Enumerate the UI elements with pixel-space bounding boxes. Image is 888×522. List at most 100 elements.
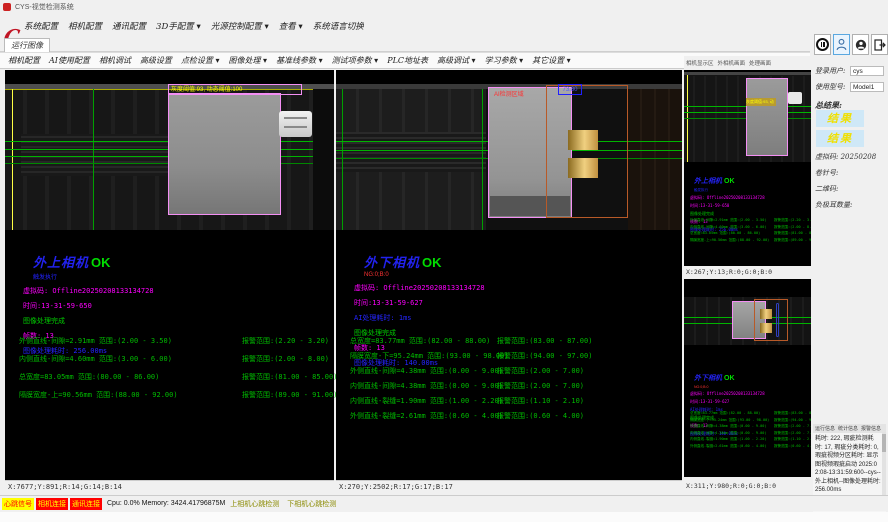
menu-item[interactable]: 系统配置 <box>24 20 58 32</box>
heartbeat-link[interactable]: 下相机心跳检测 <box>287 499 336 509</box>
measurement-alarm: 报警范围:(94.00 - 97.00) <box>497 351 592 361</box>
upper-thumbnail-panel[interactable]: 灰度阈值:93, 动态阈值:100 外上相机OK触发执行虚拟码: Offline… <box>684 70 811 266</box>
menu-item[interactable]: 系统语言切换 <box>313 20 364 32</box>
left-coordinate-readout: X:7677;Y:891;R:14;G:14;B:14 <box>5 480 334 494</box>
battery-cell-block <box>168 93 281 215</box>
model-input[interactable]: Model1 <box>850 82 884 92</box>
operator-login-button[interactable] <box>833 34 850 55</box>
status-badge: 心跳信号 <box>2 498 34 510</box>
measurement-row: 外侧直线-间隙=2.91mm 范围:(2.00 - 3.50)报警范围:(2.2… <box>19 336 332 354</box>
camera-subtext: 触发执行 <box>33 272 330 281</box>
menu-item[interactable]: 光源控制配置 ▾ <box>211 20 269 32</box>
measurement-row: 外侧直线-裂缝=2.61mm 范围:(0.60 - 4.00)报警范围:(0.6… <box>690 444 810 451</box>
toolbar-item[interactable]: 相机配置 <box>8 55 40 66</box>
measurement-name: 外侧直线-裂缝=2.61mm 范围:(0.60 - 4.00) <box>690 444 766 448</box>
measurement-alarm: 报警范围:(2.00 - 8.00) <box>242 354 329 364</box>
measurement-alarm: 报警范围:(1.10 - 2.10) <box>774 437 811 442</box>
tab-run-image[interactable]: 运行图像 <box>4 38 50 52</box>
measurement-name: 总宽度=83.77mm 范围:(82.00 - 88.00) <box>690 411 760 415</box>
toolbar-item[interactable]: AI使用配置 <box>49 55 90 66</box>
connector-part <box>788 92 802 104</box>
toolbar-item[interactable]: 点检设置 ▾ <box>181 55 220 66</box>
machinery-dark-right <box>313 89 334 230</box>
heartbeat-links: 上相机心跳检测下相机心跳检测 <box>230 499 336 509</box>
measurement-alarm: 报警范围:(94.00 - 97.00) <box>774 418 811 423</box>
measure-value-tag: 73.80 <box>558 84 582 95</box>
blue-pin-marker <box>776 303 779 337</box>
gold-tab <box>568 158 598 178</box>
log-scrollbar-thumb[interactable] <box>882 434 886 452</box>
guide-line-green <box>93 89 94 230</box>
measurement-name: 隔膜宽度-上=90.56mm 范围:(88.00 - 92.00) <box>690 238 769 242</box>
menu-item[interactable]: 查看 ▾ <box>279 20 303 32</box>
measurement-row: 隔膜宽度-下=95.24mm 范围:(93.00 - 98.00)报警范围:(9… <box>350 351 680 366</box>
camera-info-line: AI处理耗时: 1ms <box>354 313 678 323</box>
toolbar-item[interactable]: 图像处理 ▾ <box>229 55 268 66</box>
thumbnail-header-label[interactable]: 处理画面 <box>749 59 771 67</box>
qr-code-field: 二维码: <box>815 184 887 194</box>
measurement-row: 内侧直线-间隙=4.38mm 范围:(0.00 - 9.00)报警范围:(2.0… <box>350 381 680 396</box>
machinery-top-band <box>684 72 811 75</box>
left-camera-image[interactable]: 灰度阈值:93, 动态阈值:100 <box>5 84 334 230</box>
toolbar-item[interactable]: 测试项参数 ▾ <box>332 55 379 66</box>
measurement-name: 外侧直线-间隙=4.38mm 范围:(0.00 - 9.00) <box>350 367 503 375</box>
result-box-upper: 结果 <box>816 110 864 127</box>
toolbar-item[interactable]: PLC地址表 <box>387 55 428 66</box>
bottom-margin <box>0 512 888 522</box>
camera-title: 外上相机 <box>33 256 89 271</box>
left-camera-panel: 灰度阈值:93, 动态阈值:100 外上相机OK触发执行虚拟码: Offline… <box>5 70 334 494</box>
toolbar-item[interactable]: 高级设置 <box>140 55 172 66</box>
toolbar-item[interactable]: 其它设置 ▾ <box>532 55 571 66</box>
heartbeat-link[interactable]: 上相机心跳检测 <box>230 499 279 509</box>
right-control-panel: 登录用户: cys 使用型号: Model1 总结果: 结果 结果 虚拟码: 2… <box>812 14 888 512</box>
gold-tab <box>568 130 598 150</box>
exit-button[interactable] <box>871 34 888 55</box>
camera-title-row: 外下相机OK <box>694 367 809 385</box>
connector-slot <box>284 126 307 128</box>
measurement-name: 内侧直线-间隙=4.60mm 范围:(3.00 - 6.00) <box>19 355 172 363</box>
measurement-alarm: 报警范围:(89.00 - 91.00) <box>242 390 337 400</box>
measurement-alarm: 报警范围:(81.00 - 85.00) <box>242 372 337 382</box>
model-label: 使用型号: <box>815 82 850 92</box>
measurement-alarm: 报警范围:(83.00 - 87.00) <box>774 411 811 416</box>
lower-thumbnail-panel[interactable]: 外下相机OKNG:0;B:0虚拟码: Offline20250208133134… <box>684 279 811 477</box>
menu-item[interactable]: 通讯配置 <box>112 20 146 32</box>
pause-button[interactable] <box>814 34 831 55</box>
middle-camera-image[interactable]: AI检测区域 73.80 <box>336 84 682 230</box>
log-tab[interactable]: 运行信息 <box>815 425 835 432</box>
measurement-name: 隔膜宽度-下=95.24mm 范围:(93.00 - 98.00) <box>350 352 509 360</box>
camera-subtext: NG:0;B:0 <box>364 272 678 278</box>
thumbnail-header: 相机显示区外相机画面处理画面 <box>684 56 811 70</box>
menu-item[interactable]: 3D手配置 ▾ <box>156 20 201 32</box>
app-window: CYS-视觉检测系统 — ▢ × C 系统配置相机配置通讯配置3D手配置 ▾光源… <box>0 0 888 522</box>
connector-slot <box>284 117 307 119</box>
measurement-row: 隔膜宽度-上=90.56mm 范围:(88.00 - 92.00) 报警范围:(8… <box>690 238 810 245</box>
toolbar-item[interactable]: 基准线参数 ▾ <box>276 55 323 66</box>
upper-thumbnail-coordinates: X:267;Y:13;R:0;G:0;B:0 <box>684 266 811 279</box>
thumbnail-header-label[interactable]: 相机显示区 <box>686 59 714 67</box>
measurement-row: 隔膜宽度-上=90.56mm 范围:(88.00 - 92.00)报警范围:(8… <box>19 390 332 408</box>
login-user-input[interactable]: cys <box>850 66 884 76</box>
gold-tab <box>760 323 772 333</box>
admin-login-button[interactable] <box>852 34 869 55</box>
middle-coordinate-readout: X:270;Y:2502;R:17;G:17;B:17 <box>336 480 682 494</box>
thumbnail-header-label[interactable]: 外相机画面 <box>718 59 746 67</box>
log-tab[interactable]: 报警信息 <box>861 425 881 432</box>
status-badge: 相机连接 <box>36 498 68 510</box>
ai-detect-rect <box>754 299 788 341</box>
measurement-alarm: 报警范围:(89.00 - 91.00) <box>774 238 811 243</box>
lower-thumbnail-image <box>684 297 811 345</box>
log-tab[interactable]: 统计信息 <box>838 425 858 432</box>
menu-item[interactable]: 相机配置 <box>68 20 102 32</box>
menu-bar: 系统配置相机配置通讯配置 3D手配置 ▾ 光源控制配置 ▾ 查看 ▾ 系统语言切换 <box>24 16 804 36</box>
threshold-label: 灰度阈值:93, 动态阈值:100 <box>168 84 302 95</box>
toolbar-item[interactable]: 相机调试 <box>99 55 131 66</box>
guide-line-yellow <box>12 89 13 230</box>
ai-region-label: AI检测区域 <box>494 89 524 98</box>
toolbar-item[interactable]: 高级调试 ▾ <box>437 55 476 66</box>
battery-cell-block <box>746 78 788 156</box>
control-button-row <box>814 34 888 55</box>
measurement-alarm: 报警范围:(81.00 - 85.00) <box>774 231 811 236</box>
toolbar-item[interactable]: 学习参数 ▾ <box>485 55 524 66</box>
left-measurements: 外侧直线-间隙=2.91mm 范围:(2.00 - 3.50)报警范围:(2.2… <box>19 336 332 408</box>
